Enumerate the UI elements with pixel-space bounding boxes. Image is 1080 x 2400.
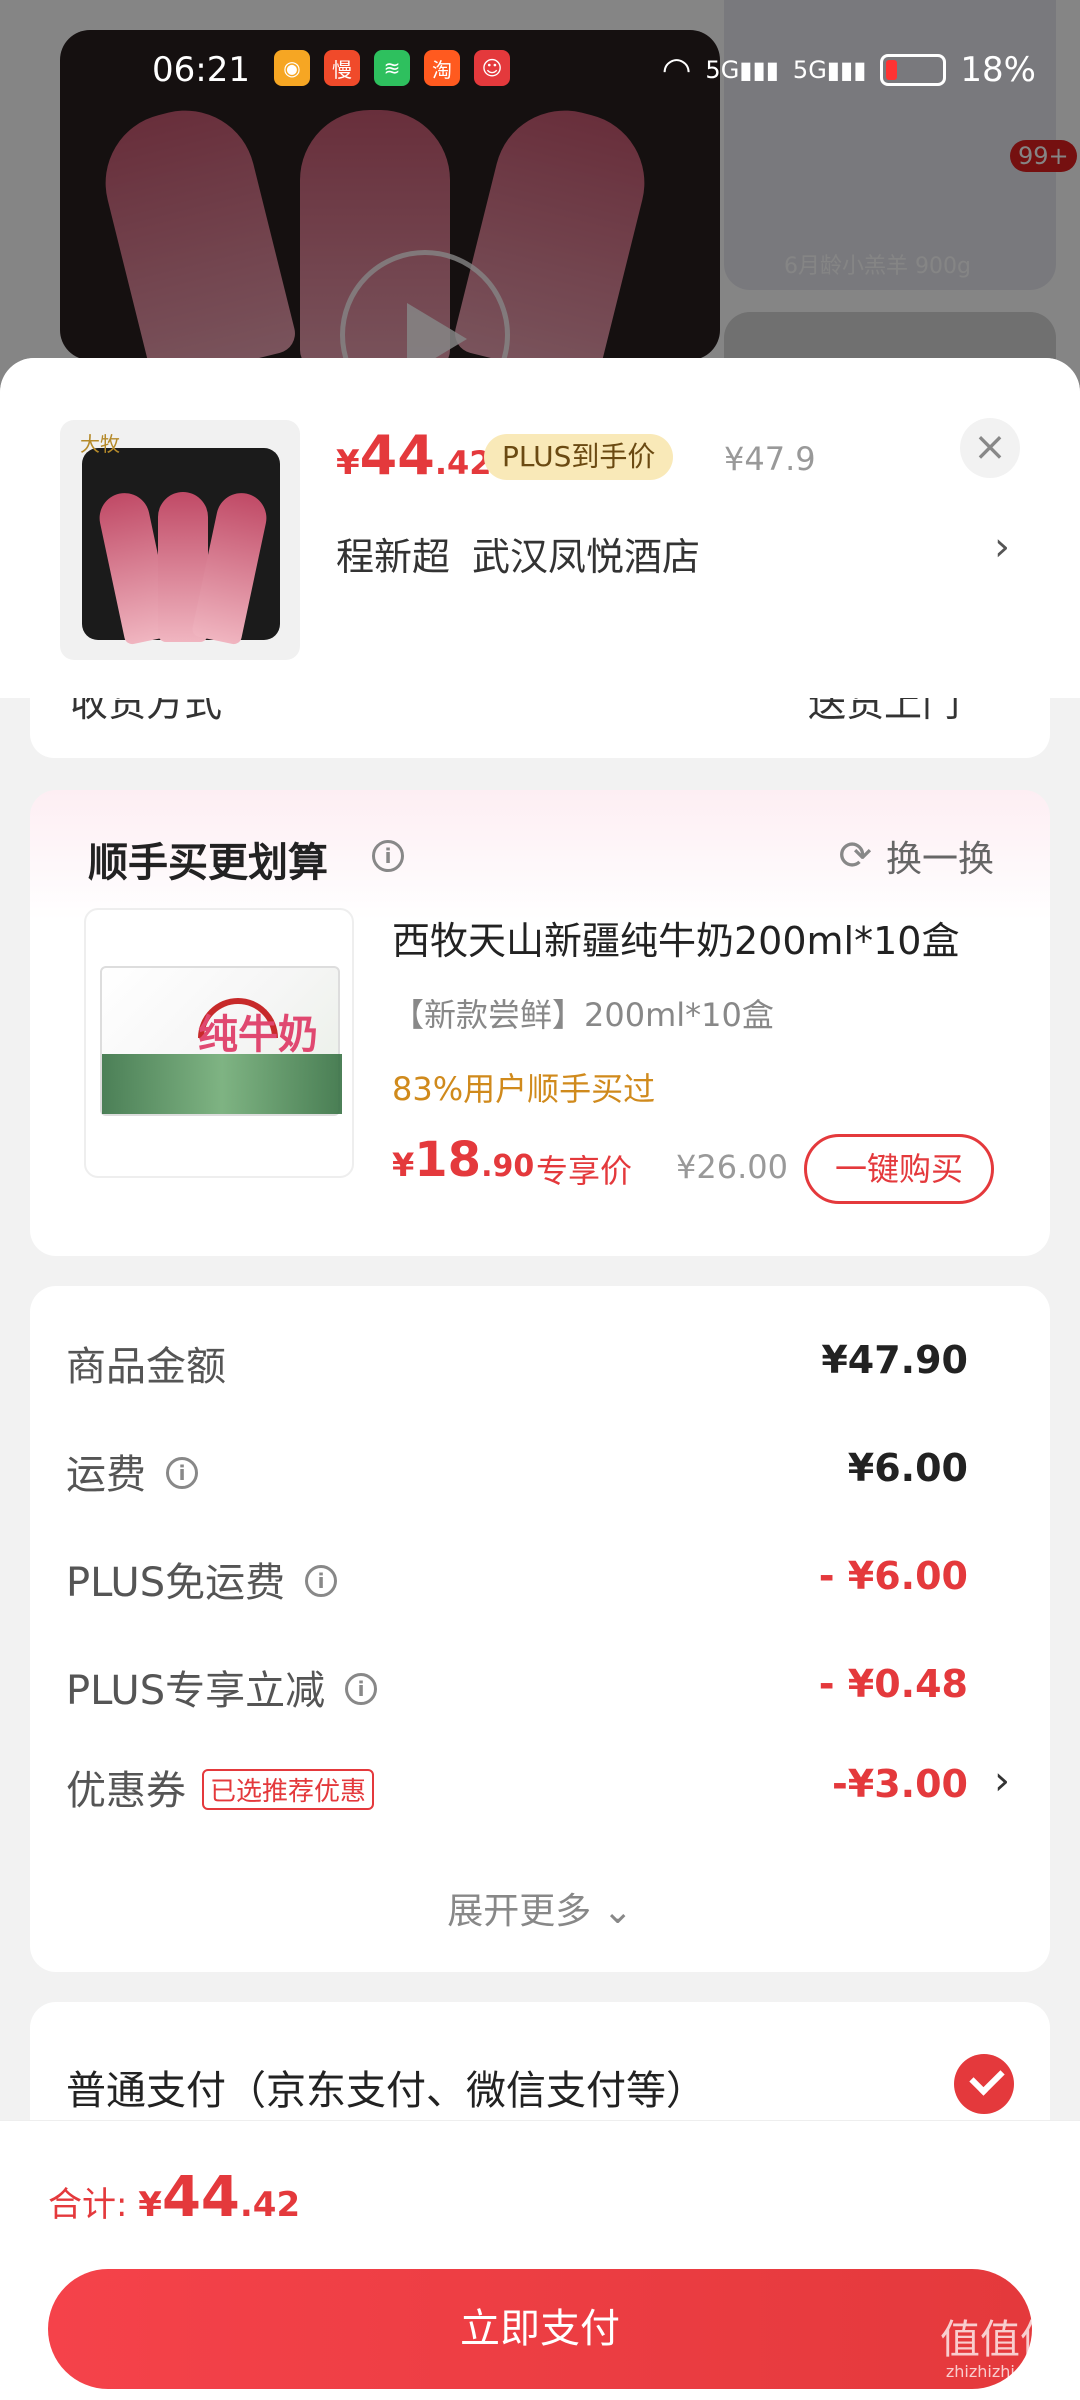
recipient-name: 程新超 [336,535,451,579]
total-price: 合计: ¥44.42 [48,2165,301,2230]
wifi-icon: ◠ [661,50,692,90]
pay-now-button[interactable]: 立即支付 [48,2269,1032,2389]
status-bar: 06:21 ◉ 慢 ≋ 淘 ☺ ◠ 5G▮▮▮ 5G▮▮▮ 18% [0,46,1080,96]
product-price: ¥44.42 [336,424,492,487]
taobao-icon: 淘 [424,50,460,86]
status-app-icons: ◉ 慢 ≋ 淘 ☺ [274,50,510,86]
thumbnail-logo: 大牧 [80,432,120,456]
product-thumbnail: 大牧 [60,420,300,660]
signal-icon-1: 5G▮▮▮ [705,56,779,84]
upsell-price: ¥18.90 [392,1132,535,1188]
sheet-header: 大牧 ¥44.42 PLUS到手价 ¥47.9 × 程新超 武汉凤悦酒店 › [0,358,1080,698]
summary-value: -¥3.00 [832,1762,968,1806]
swap-button[interactable]: ⟳ 换一换 [838,830,994,882]
info-icon[interactable]: i [372,840,404,872]
jd-icon: ☺ [474,50,510,86]
summary-label: 优惠券 [66,1768,186,1814]
signal-icon-2: 5G▮▮▮ [792,56,867,84]
address-chevron-icon[interactable]: › [994,524,1010,570]
upsell-original-price: ¥26.00 [676,1148,788,1186]
payment-method-label: 普通支付（京东支付、微信支付等） [66,2068,706,2114]
summary-row-subtotal: 商品金额 ¥47.90 [30,1334,1050,1394]
info-icon[interactable]: i [166,1457,198,1489]
refresh-icon: ⟳ [838,833,872,879]
chevron-right-icon: › [994,1758,1010,1804]
original-price: ¥47.9 [724,440,816,478]
watermark: 值值值 zhizhizhi.com [940,2317,1060,2381]
summary-value: - ¥0.48 [818,1662,968,1706]
status-time: 06:21 [152,50,250,90]
summary-label: 运费 [66,1452,146,1498]
summary-value: ¥47.90 [821,1338,968,1382]
summary-value: - ¥6.00 [818,1554,968,1598]
summary-row-shipping: 运费 i ¥6.00 [30,1442,1050,1502]
status-right: ◠ 5G▮▮▮ 5G▮▮▮ 18% [662,50,1036,90]
checkout-sheet: 大牧 ¥44.42 PLUS到手价 ¥47.9 × 程新超 武汉凤悦酒店 › 收货… [0,358,1080,2400]
close-icon: × [973,424,1007,470]
info-icon[interactable]: i [345,1673,378,1705]
manhua-icon: 慢 [324,50,360,86]
upsell-social-proof: 83%用户顺手买过 [392,1070,656,1108]
upsell-card: 顺手买更划算 i ⟳ 换一换 纯牛奶 西牧天山新疆纯牛奶200ml*10盒 【新… [30,790,1050,1256]
info-icon[interactable]: i [305,1565,338,1597]
plus-price-tag: PLUS到手价 [484,434,674,480]
summary-row-coupon[interactable]: 优惠券 已选推荐优惠 -¥3.00 › [30,1758,1050,1818]
coupon-tag: 已选推荐优惠 [202,1768,375,1810]
close-button[interactable]: × [960,418,1020,478]
battery-icon [880,54,947,86]
upsell-product-image[interactable]: 纯牛奶 [84,908,354,1178]
upsell-product-name[interactable]: 西牧天山新疆纯牛奶200ml*10盒 [392,910,959,965]
summary-row-plus-free-shipping: PLUS免运费 i - ¥6.00 [30,1550,1050,1610]
summary-label: PLUS免运费 [66,1560,286,1606]
summary-row-plus-discount: PLUS专享立减 i - ¥0.48 [30,1658,1050,1718]
recipient-address: 武汉凤悦酒店 [472,535,701,579]
expand-more-button[interactable]: 展开更多 ⌄ [30,1882,1050,1934]
upsell-product-spec: 【新款尝鲜】200ml*10盒 [392,996,774,1034]
upsell-image-word: 纯牛奶 [198,1012,318,1058]
summary-value: ¥6.00 [847,1446,968,1490]
summary-label: PLUS专享立减 [66,1668,326,1714]
address-row[interactable]: 程新超 武汉凤悦酒店 [336,526,700,581]
summary-label: 商品金额 [66,1344,226,1390]
price-summary-card: 商品金额 ¥47.90 运费 i ¥6.00 PLUS免运费 i - ¥6.00 P… [30,1286,1050,1972]
one-click-buy-button[interactable]: 一键购买 [804,1134,994,1204]
spotify-icon: ≋ [374,50,410,86]
upsell-price-tag: 专享价 [536,1152,633,1190]
swap-label: 换一换 [885,839,994,880]
checkmark-icon[interactable] [954,2054,1014,2114]
upsell-title: 顺手买更划算 [88,840,328,886]
battery-percent: 18% [960,50,1036,90]
weibo-icon: ◉ [274,50,310,86]
checkout-bottom-bar: 合计: ¥44.42 立即支付 值值值 zhizhizhi.com [0,2120,1080,2400]
